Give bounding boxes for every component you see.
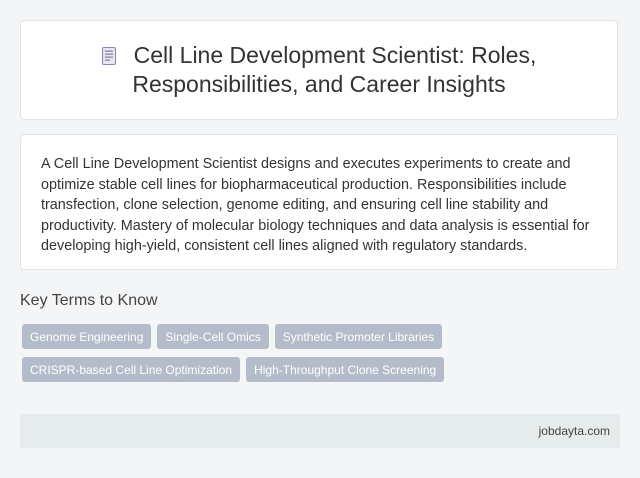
summary-card: A Cell Line Development Scientist design… [20,134,618,270]
page-title-container: Cell Line Development Scientist: Roles, … [59,41,579,99]
key-terms-heading: Key Terms to Know [20,292,158,309]
tag-synthetic-promoter-libraries[interactable]: Synthetic Promoter Libraries [274,324,443,349]
title-card: Cell Line Development Scientist: Roles, … [20,20,618,120]
footer-site-link[interactable]: jobdayta.com [539,424,610,438]
tag-row: CRISPR-based Cell Line Optimization High… [22,357,618,382]
tag-row: Genome Engineering Single-Cell Omics Syn… [22,324,618,349]
page: Cell Line Development Scientist: Roles, … [0,0,640,478]
document-icon [101,43,116,65]
summary-text: A Cell Line Development Scientist design… [41,156,590,254]
tag-genome-engineering[interactable]: Genome Engineering [22,324,152,349]
tag-high-throughput-clone-screening[interactable]: High-Throughput Clone Screening [246,357,445,382]
tag-crispr-cell-line-optimization[interactable]: CRISPR-based Cell Line Optimization [22,357,241,382]
tag-single-cell-omics[interactable]: Single-Cell Omics [157,324,269,349]
footer: jobdayta.com [20,414,620,448]
page-title: Cell Line Development Scientist: Roles, … [132,42,537,97]
key-terms-tags: Genome Engineering Single-Cell Omics Syn… [22,324,618,390]
